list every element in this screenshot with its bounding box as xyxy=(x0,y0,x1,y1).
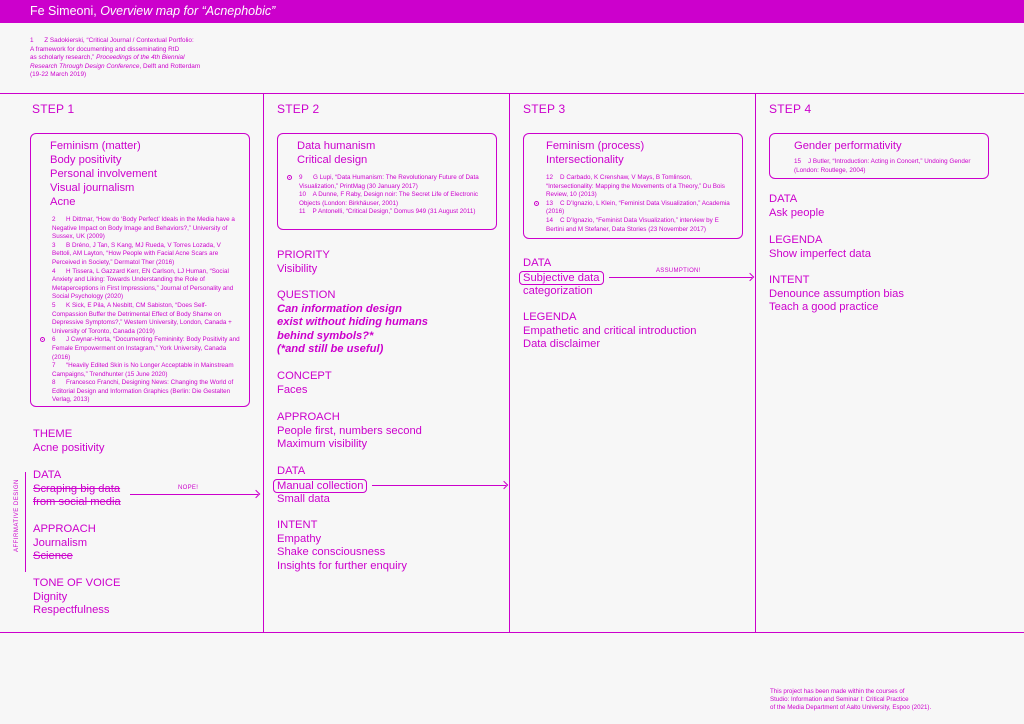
reference-item: 2 H Dittmar, “How do ‘Body Perfect’ Idea… xyxy=(52,216,235,241)
reference-item: 3 B Dréno, J Tan, S Kang, MJ Rueda, V To… xyxy=(52,241,221,266)
step-1-box-title: Feminism (matter) Body positivity Person… xyxy=(50,140,157,208)
step-3-references-box: Feminism (process) Intersectionality 12 … xyxy=(523,133,743,239)
assumption-arrow xyxy=(609,277,752,278)
step-3-legenda: LEGENDA Empathetic and critical introduc… xyxy=(523,311,697,350)
reference-item: 15 J Butler, “Introduction: Acting in Co… xyxy=(794,158,971,174)
step-2-priority: PRIORITY Visibility xyxy=(277,249,330,275)
step-2-question: QUESTION Can information design exist wi… xyxy=(277,289,429,355)
step-2-concept: CONCEPT Faces xyxy=(277,370,332,396)
step-4-intent: INTENT Denounce assumption bias Teach a … xyxy=(769,274,904,313)
step-4-heading: STEP 4 xyxy=(769,102,812,116)
reference-item: 11 P Antonelli, “Critical Design,” Domus… xyxy=(299,208,476,216)
step-3-box-title: Feminism (process) Intersectionality xyxy=(546,140,645,166)
subjective-data-pill: Subjective data xyxy=(519,270,604,285)
reference-item: 6 J Cwynar-Horta, “Documenting Femininit… xyxy=(40,336,241,362)
step-2-intent: INTENT Empathy Shake consciousness Insig… xyxy=(277,519,407,572)
column-divider-3 xyxy=(755,93,756,633)
step-2-heading: STEP 2 xyxy=(277,102,320,116)
reference-item: 12 D Carbado, K Crenshaw, V Mays, B Toml… xyxy=(546,174,725,199)
assumption-label: ASSUMPTION! xyxy=(656,268,701,274)
highlight-marker-icon xyxy=(534,200,539,206)
reference-item: 10 A Dunne, F Raby, Design noir: The Sec… xyxy=(299,191,478,207)
column-divider-2 xyxy=(509,93,510,633)
step-2-references-box: Data humanism Critical design 9 G Lupi, … xyxy=(277,133,497,230)
author: Fe Simeoni, xyxy=(30,4,97,18)
step-1-references-box: Feminism (matter) Body positivity Person… xyxy=(30,133,250,407)
step-4-data: DATA Ask people xyxy=(769,193,825,219)
grid-bottom-line xyxy=(0,632,1024,633)
step-3-heading: STEP 3 xyxy=(523,102,566,116)
reference-item: 4 H Tissera, L Gazzard Kerr, EN Carlson,… xyxy=(52,267,234,301)
column-divider-1 xyxy=(263,93,264,633)
step-3-data: DATA Subjective data categorization xyxy=(519,257,604,299)
affirmative-design-label: AFFIRMATIVE DESIGN xyxy=(14,479,20,552)
highlight-marker-icon xyxy=(287,175,292,180)
affirmative-design-bracket xyxy=(25,472,26,572)
step-1-data: DATA Scraping big data from social media xyxy=(33,469,121,508)
step-4-box-title: Gender performativity xyxy=(794,140,902,152)
nope-label: NOPE! xyxy=(178,485,199,491)
nope-arrow xyxy=(130,494,258,495)
step-1-theme: THEME Acne positivity xyxy=(33,428,105,454)
reference-item: 5 K Sick, E Pila, A Nesbitt, CM Sabiston… xyxy=(52,301,232,335)
reference-item: 7 “Heavily Edited Skin is No Longer Acce… xyxy=(52,362,234,378)
footer-note: This project has been made within the co… xyxy=(770,688,932,711)
reference-item: 8 Francesco Franchi, Designing News: Cha… xyxy=(52,379,234,404)
header-bar: Fe Simeoni, Overview map for “Acnephobic… xyxy=(0,0,1024,23)
step-4-references-box: Gender performativity 15 J Butler, “Intr… xyxy=(769,133,989,179)
manual-collection-pill: Manual collection xyxy=(273,478,368,493)
reference-item: 14 C D’Ignazio, “Feminist Data Visualiza… xyxy=(546,216,719,233)
step-2-approach: APPROACH People first, numbers second Ma… xyxy=(277,411,422,450)
reference-item: 9 G Lupi, “Data Humanism: The Revolution… xyxy=(287,174,488,191)
step-1-tone-of-voice: TONE OF VOICE Dignity Respectfulness xyxy=(33,577,121,616)
top-reference: 1 Z Sadokierski, “Critical Journal / Con… xyxy=(30,37,201,79)
step-2-box-title: Data humanism Critical design xyxy=(297,140,376,166)
manual-collection-arrow xyxy=(372,485,506,486)
step-2-data: DATA Manual collection Small data xyxy=(273,465,368,507)
page-title: Overview map for “Acnephobic” xyxy=(100,4,276,18)
grid-top-line xyxy=(0,93,1024,94)
highlight-marker-icon xyxy=(40,337,45,343)
step-4-legenda: LEGENDA Show imperfect data xyxy=(769,234,871,260)
reference-item: 13 C D’Ignazio, L Klein, “Feminist Data … xyxy=(534,200,734,217)
step-1-heading: STEP 1 xyxy=(32,102,75,116)
step-1-approach: APPROACH Journalism Science xyxy=(33,523,96,562)
